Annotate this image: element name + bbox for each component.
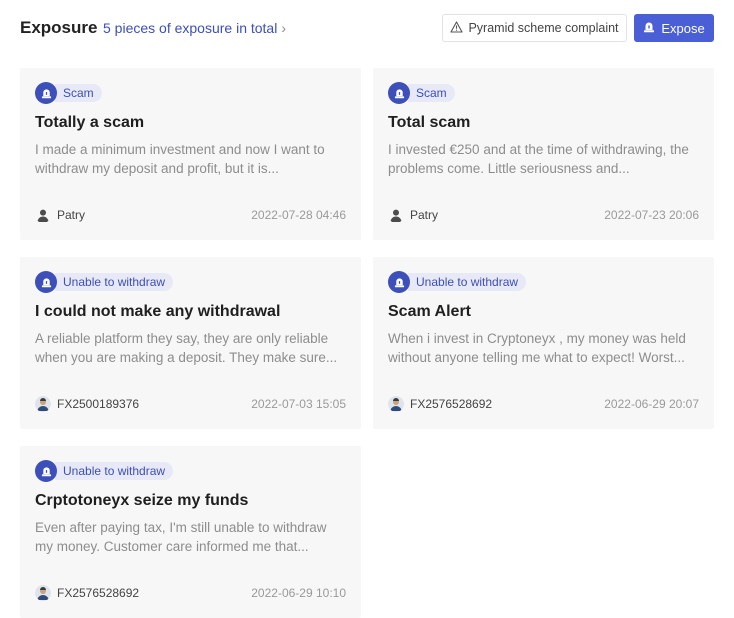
author-name: FX2576528692	[410, 397, 493, 411]
card-date: 2022-07-03 15:05	[251, 397, 346, 411]
card-title: Crptotoneyx seize my funds	[35, 492, 249, 509]
card-author: FX2576528692	[388, 396, 492, 412]
category-label: Unable to withdraw	[55, 462, 174, 480]
exposure-count-text: 5 pieces of exposure in total	[103, 20, 278, 36]
card-excerpt: Even after paying tax, I'm still unable …	[35, 520, 327, 554]
card-author: Patry	[388, 207, 438, 223]
category-tag: Unable to withdraw	[35, 271, 174, 293]
category-tag: Scam	[388, 82, 455, 104]
exposure-card[interactable]: Scam Total scam I invested €250 and at t…	[373, 68, 714, 240]
category-label: Unable to withdraw	[408, 273, 527, 291]
avatar	[35, 207, 51, 223]
card-author: FX2500189376	[35, 396, 139, 412]
author-name: Patry	[410, 208, 439, 222]
card-date: 2022-07-28 04:46	[251, 208, 346, 222]
exposure-card[interactable]: Scam Totally a scam I made a minimum inv…	[20, 68, 361, 240]
expose-button[interactable]: Expose	[634, 14, 714, 42]
exposure-card[interactable]: Unable to withdraw Scam Alert When i inv…	[373, 257, 714, 429]
card-author: FX2576528692	[35, 585, 139, 601]
category-label: Scam	[55, 84, 102, 102]
pyramid-scheme-complaint-button[interactable]: Pyramid scheme complaint	[442, 14, 627, 42]
warning-triangle-icon	[450, 20, 464, 36]
avatar	[388, 207, 404, 223]
avatar	[35, 396, 51, 412]
author-name: Patry	[57, 208, 86, 222]
card-excerpt: A reliable platform they say, they are o…	[35, 331, 338, 365]
alarm-light-icon	[643, 20, 655, 36]
card-date: 2022-07-23 20:06	[604, 208, 699, 222]
card-excerpt: When i invest in Cryptoneyx , my money w…	[388, 331, 686, 365]
category-tag: Unable to withdraw	[388, 271, 527, 293]
exposure-count-link[interactable]: 5 pieces of exposure in total ›	[103, 20, 286, 36]
alarm-light-icon	[35, 82, 57, 104]
card-date: 2022-06-29 10:10	[251, 586, 346, 600]
exposure-card[interactable]: Unable to withdraw Crptotoneyx seize my …	[20, 446, 361, 618]
category-tag: Scam	[35, 82, 102, 104]
author-name: FX2576528692	[57, 586, 140, 600]
avatar	[35, 585, 51, 601]
card-title: Scam Alert	[388, 303, 471, 320]
card-title: Total scam	[388, 114, 471, 131]
card-title: Totally a scam	[35, 114, 145, 131]
page-title: Exposure	[20, 18, 98, 37]
chevron-right-icon: ›	[281, 20, 287, 36]
alarm-light-icon	[388, 82, 410, 104]
card-excerpt: I made a minimum investment and now I wa…	[35, 142, 325, 176]
category-tag: Unable to withdraw	[35, 460, 174, 482]
card-date: 2022-06-29 20:07	[604, 397, 699, 411]
expose-button-label: Expose	[661, 20, 705, 36]
exposure-header: Exposure 5 pieces of exposure in total ›…	[20, 14, 714, 42]
category-label: Scam	[408, 84, 455, 102]
card-title: I could not make any withdrawal	[35, 303, 281, 320]
complaint-button-label: Pyramid scheme complaint	[468, 21, 619, 35]
exposure-card[interactable]: Unable to withdraw I could not make any …	[20, 257, 361, 429]
card-author: Patry	[35, 207, 85, 223]
card-excerpt: I invested €250 and at the time of withd…	[388, 142, 689, 176]
avatar	[388, 396, 404, 412]
alarm-light-icon	[388, 271, 410, 293]
alarm-light-icon	[35, 460, 57, 482]
alarm-light-icon	[35, 271, 57, 293]
author-name: FX2500189376	[57, 397, 140, 411]
category-label: Unable to withdraw	[55, 273, 174, 291]
